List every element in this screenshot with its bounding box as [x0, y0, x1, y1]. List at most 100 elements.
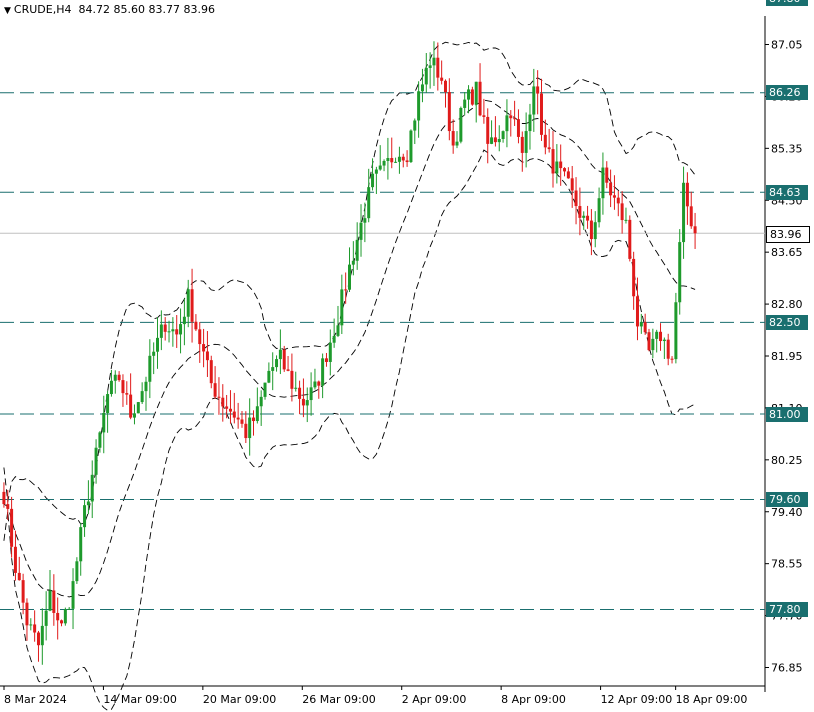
candle-body [167, 331, 171, 333]
candle-body [505, 115, 509, 132]
candle-body [363, 218, 367, 223]
candle-body [228, 408, 232, 412]
candle-body [670, 358, 674, 360]
candle-body [321, 358, 325, 386]
time-tick-label: 14 Mar 09:00 [103, 693, 176, 706]
candle-body [651, 338, 655, 351]
candle-body [555, 161, 559, 174]
candle-body [232, 411, 236, 418]
horizontal-levels[interactable] [0, 0, 765, 610]
candle-body [301, 398, 305, 406]
price-tick-label: 83.65 [771, 246, 803, 259]
candle-body [205, 351, 209, 361]
candle-body [344, 289, 348, 291]
candle-body [278, 349, 282, 360]
candle-body [29, 624, 33, 626]
candle-body [609, 182, 613, 196]
price-tick-label: 80.25 [771, 454, 803, 467]
candle-body [40, 625, 44, 646]
candle-body [6, 504, 10, 509]
candle-body [463, 99, 467, 108]
candle-body [117, 374, 121, 381]
candle-body [643, 322, 647, 333]
candle-body [647, 332, 651, 351]
candle-body [294, 387, 298, 389]
price-tick-label: 82.80 [771, 298, 803, 311]
candle-body [56, 612, 60, 621]
candle-body [106, 394, 110, 413]
candle-body [374, 169, 378, 174]
candle-body [13, 546, 17, 573]
candle-body [578, 206, 582, 218]
bollinger-bands [3, 41, 696, 711]
candle-body [98, 432, 102, 448]
candle-body [75, 561, 79, 582]
candle-body [624, 219, 628, 221]
dropdown-arrow-icon[interactable]: ▼ [4, 6, 11, 16]
candle-body [67, 608, 71, 610]
price-chart[interactable]: 87.0586.2085.3584.5083.6582.8081.9581.10… [0, 0, 814, 712]
candle-body [129, 394, 133, 418]
candle-body [524, 131, 528, 153]
candle-body [179, 324, 183, 335]
candle-body [378, 165, 382, 170]
candle-body [102, 412, 106, 433]
candle-body [10, 508, 14, 547]
level-price-label: 79.60 [766, 492, 808, 508]
candle-body [17, 572, 21, 581]
candle-body [470, 89, 474, 105]
candle-body [113, 374, 117, 381]
candlesticks [2, 41, 697, 665]
candle-body [305, 400, 309, 406]
candle-body [467, 89, 471, 100]
candle-body [543, 134, 547, 148]
candle-body [125, 393, 129, 395]
candle-body [109, 380, 113, 395]
candle-body [60, 620, 64, 624]
candle-body [482, 115, 486, 117]
symbol-timeframe: CRUDE,H4 [13, 3, 72, 16]
candle-body [635, 296, 639, 327]
candle-body [63, 609, 67, 624]
candle-body [148, 355, 152, 382]
candle-body [255, 406, 259, 422]
candle-body [286, 369, 290, 371]
candle-body [328, 342, 332, 362]
candle-body [244, 423, 248, 439]
candle-body [290, 370, 294, 389]
price-tick-label: 87.05 [771, 39, 803, 52]
level-price-label: 77.80 [766, 601, 808, 617]
candle-body [632, 258, 636, 297]
candle-body [240, 419, 244, 424]
candle-body [424, 67, 428, 85]
candle-body [136, 402, 140, 414]
candle-body [2, 491, 6, 505]
candle-body [474, 81, 478, 105]
candle-body [536, 86, 540, 94]
candle-body [685, 182, 689, 207]
candle-body [401, 156, 405, 161]
candle-body [298, 387, 302, 399]
candle-body [582, 215, 586, 218]
candle-body [313, 381, 317, 388]
candle-body [405, 160, 409, 163]
candle-body [163, 324, 167, 332]
candle-body [478, 81, 482, 116]
candle-body [355, 239, 359, 261]
candle-body [252, 417, 256, 422]
candle-body [351, 260, 355, 265]
candle-body [559, 161, 563, 169]
candle-body [324, 358, 328, 362]
candle-body [678, 242, 682, 303]
candle-body [159, 324, 163, 338]
candle-body [397, 156, 401, 162]
time-tick-label: 20 Mar 09:00 [203, 693, 276, 706]
price-tick-label: 76.85 [771, 662, 803, 675]
candle-body [263, 382, 267, 397]
chart-header: ▼ CRUDE,H4 84.72 85.60 83.77 83.96 [4, 3, 215, 16]
time-tick-label: 26 Mar 09:00 [302, 693, 375, 706]
candle-body [21, 580, 25, 603]
candle-body [520, 136, 524, 153]
candle-body [282, 349, 286, 370]
candle-body [612, 195, 616, 198]
